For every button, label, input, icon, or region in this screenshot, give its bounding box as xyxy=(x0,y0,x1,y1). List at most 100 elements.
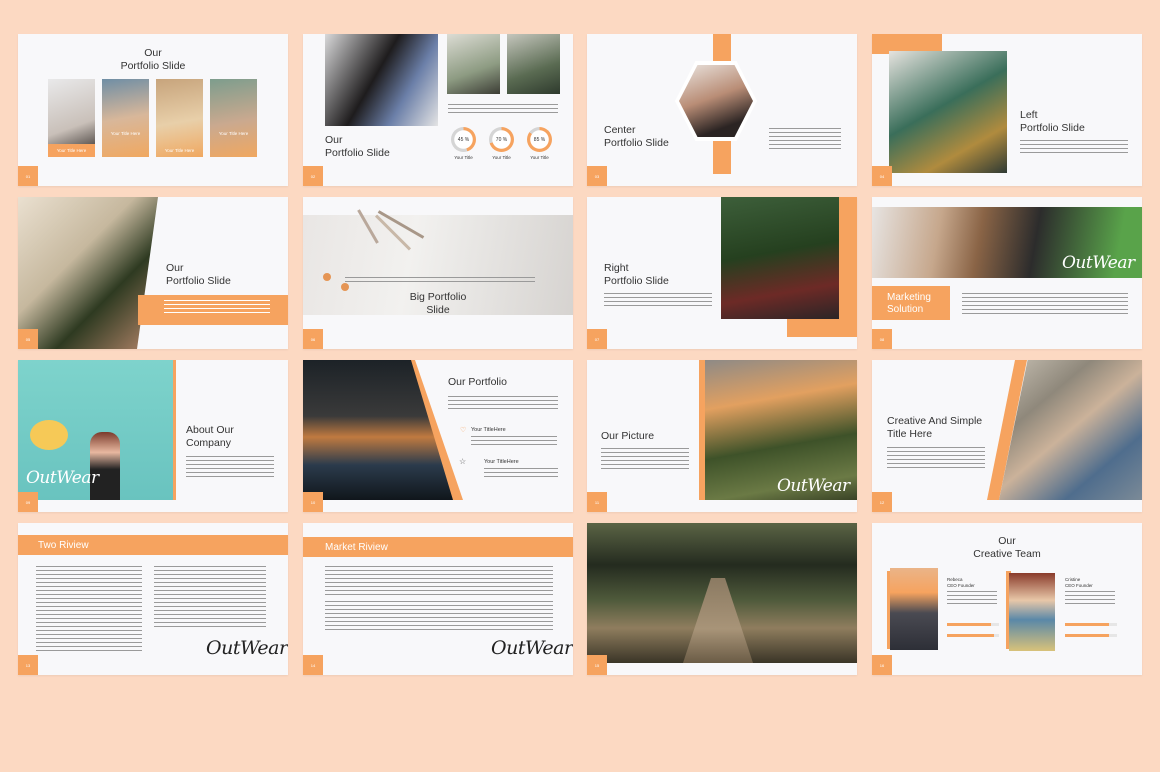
slide-two-review[interactable]: Two Riview OutWear 13 xyxy=(18,523,288,675)
slide-title: Our Portfolio Slide xyxy=(120,47,186,72)
photo xyxy=(889,51,1007,173)
slide-number: 06 xyxy=(303,329,323,349)
slide-title: Two Riview xyxy=(38,540,89,551)
brand-logo: OutWear xyxy=(206,637,288,659)
slide-number: 09 xyxy=(18,492,38,512)
member-role: CEO Founder xyxy=(947,583,975,588)
slide-number: 07 xyxy=(587,329,607,349)
star-icon: ☆ xyxy=(459,457,467,466)
slide-title: Our Creative Team xyxy=(973,535,1041,560)
slide-number: 15 xyxy=(587,655,607,675)
body-text xyxy=(164,300,270,314)
slide-left-portfolio[interactable]: Left Portfolio Slide 04 xyxy=(872,34,1142,186)
slide-number: 14 xyxy=(303,655,323,675)
slide-big-portfolio[interactable]: Big Portfolio Slide 06 xyxy=(303,197,573,349)
body-text xyxy=(154,566,266,628)
slide-photo[interactable]: 15 xyxy=(587,523,857,675)
slide-number: 12 xyxy=(872,492,892,512)
brand-logo: OutWear xyxy=(26,468,99,488)
slide-title: Our Picture xyxy=(601,430,655,442)
stat-label: Your Title xyxy=(454,155,473,160)
slide-number: 01 xyxy=(18,166,38,186)
member-photo xyxy=(1009,573,1055,651)
card-label: Your Title Here xyxy=(164,148,195,153)
member-role: CEO Founder xyxy=(1065,583,1093,588)
accent-bar xyxy=(173,360,176,500)
body-text xyxy=(325,566,553,596)
photo xyxy=(303,360,453,500)
skill-bar xyxy=(947,634,999,637)
body-text xyxy=(1020,140,1128,154)
card-label: Your Title Here xyxy=(56,148,87,153)
slide-about-company[interactable]: OutWear About Our Company 09 xyxy=(18,360,288,512)
body-text xyxy=(448,104,558,114)
body-text xyxy=(186,456,274,478)
skill-bar xyxy=(947,623,999,626)
member-photo xyxy=(890,568,938,650)
slide-number: 16 xyxy=(872,655,892,675)
slide-title: Marketing Solution xyxy=(887,292,931,315)
clip xyxy=(323,273,331,281)
slide-number: 05 xyxy=(18,329,38,349)
body-text xyxy=(604,293,712,307)
slide-title: About Our Company xyxy=(186,424,234,449)
stat-ring: 85 % xyxy=(527,127,552,152)
body-text xyxy=(887,447,985,469)
brand-logo: OutWear xyxy=(777,476,850,496)
stat-ring: 70 % xyxy=(489,127,514,152)
body-text xyxy=(947,591,997,605)
slide-number: 10 xyxy=(303,492,323,512)
photo xyxy=(325,34,438,126)
photo xyxy=(721,197,839,319)
speech-bubble xyxy=(30,420,68,450)
slide-center-portfolio[interactable]: Center Portfolio Slide 03 xyxy=(587,34,857,186)
skill-bar xyxy=(1065,623,1117,626)
slide-title: Big Portfolio Slide xyxy=(409,291,467,316)
body-text xyxy=(962,293,1128,317)
slide-marketing-solution[interactable]: OutWear Marketing Solution 08 xyxy=(872,197,1142,349)
slide-portfolio-1[interactable]: Our Portfolio Slide Your Title Here Your… xyxy=(18,34,288,186)
slide-our-portfolio[interactable]: Our Portfolio ♡ Your TitleHere ☆ Your Ti… xyxy=(303,360,573,512)
slide-number: 13 xyxy=(18,655,38,675)
body-text xyxy=(601,448,689,470)
photo xyxy=(447,34,500,94)
slide-title: Our Portfolio Slide xyxy=(325,134,390,159)
brand-logo: OutWear xyxy=(1062,253,1135,273)
skill-bar xyxy=(1065,634,1117,637)
body-text xyxy=(769,128,841,150)
slide-number: 02 xyxy=(303,166,323,186)
photo xyxy=(156,79,203,157)
body-text xyxy=(448,396,558,410)
slide-number: 08 xyxy=(872,329,892,349)
card-label: Your Title Here xyxy=(110,131,141,136)
member-name: Cristine xyxy=(1065,577,1081,582)
clip xyxy=(341,283,349,291)
person xyxy=(90,432,120,500)
card-label: Your Title Here xyxy=(218,131,249,136)
body-text xyxy=(471,436,557,446)
slide-portfolio-2[interactable]: Our Portfolio Slide 45 % 70 % 85 % Your … xyxy=(303,34,573,186)
slide-creative-team[interactable]: Our Creative Team Rebeca CEO Founder Cri… xyxy=(872,523,1142,675)
body-text xyxy=(325,601,553,631)
slide-title: Left Portfolio Slide xyxy=(1020,109,1085,134)
slide-right-portfolio[interactable]: Right Portfolio Slide 07 xyxy=(587,197,857,349)
stat-label: Your Title xyxy=(492,155,511,160)
slide-market-review[interactable]: Market Riview OutWear 14 xyxy=(303,523,573,675)
body-text xyxy=(484,468,558,478)
heart-icon: ♡ xyxy=(460,427,467,434)
slide-our-picture[interactable]: OutWear Our Picture 11 xyxy=(587,360,857,512)
slide-title: Our Portfolio xyxy=(448,376,507,388)
slide-portfolio-5[interactable]: Our Portfolio Slide 05 xyxy=(18,197,288,349)
stat-ring: 45 % xyxy=(451,127,476,152)
slide-title: Creative And Simple Title Here xyxy=(887,415,983,440)
stat-label: Your Title xyxy=(530,155,549,160)
slide-title: Center Portfolio Slide xyxy=(604,124,669,149)
body-text xyxy=(345,277,535,283)
photo xyxy=(507,34,560,94)
slide-creative-simple[interactable]: Creative And Simple Title Here 12 xyxy=(872,360,1142,512)
slide-title: Market Riview xyxy=(325,542,388,553)
member-name: Rebeca xyxy=(947,577,963,582)
slide-title: Right Portfolio Slide xyxy=(604,262,669,287)
body-text xyxy=(36,566,142,652)
photo xyxy=(18,197,158,349)
